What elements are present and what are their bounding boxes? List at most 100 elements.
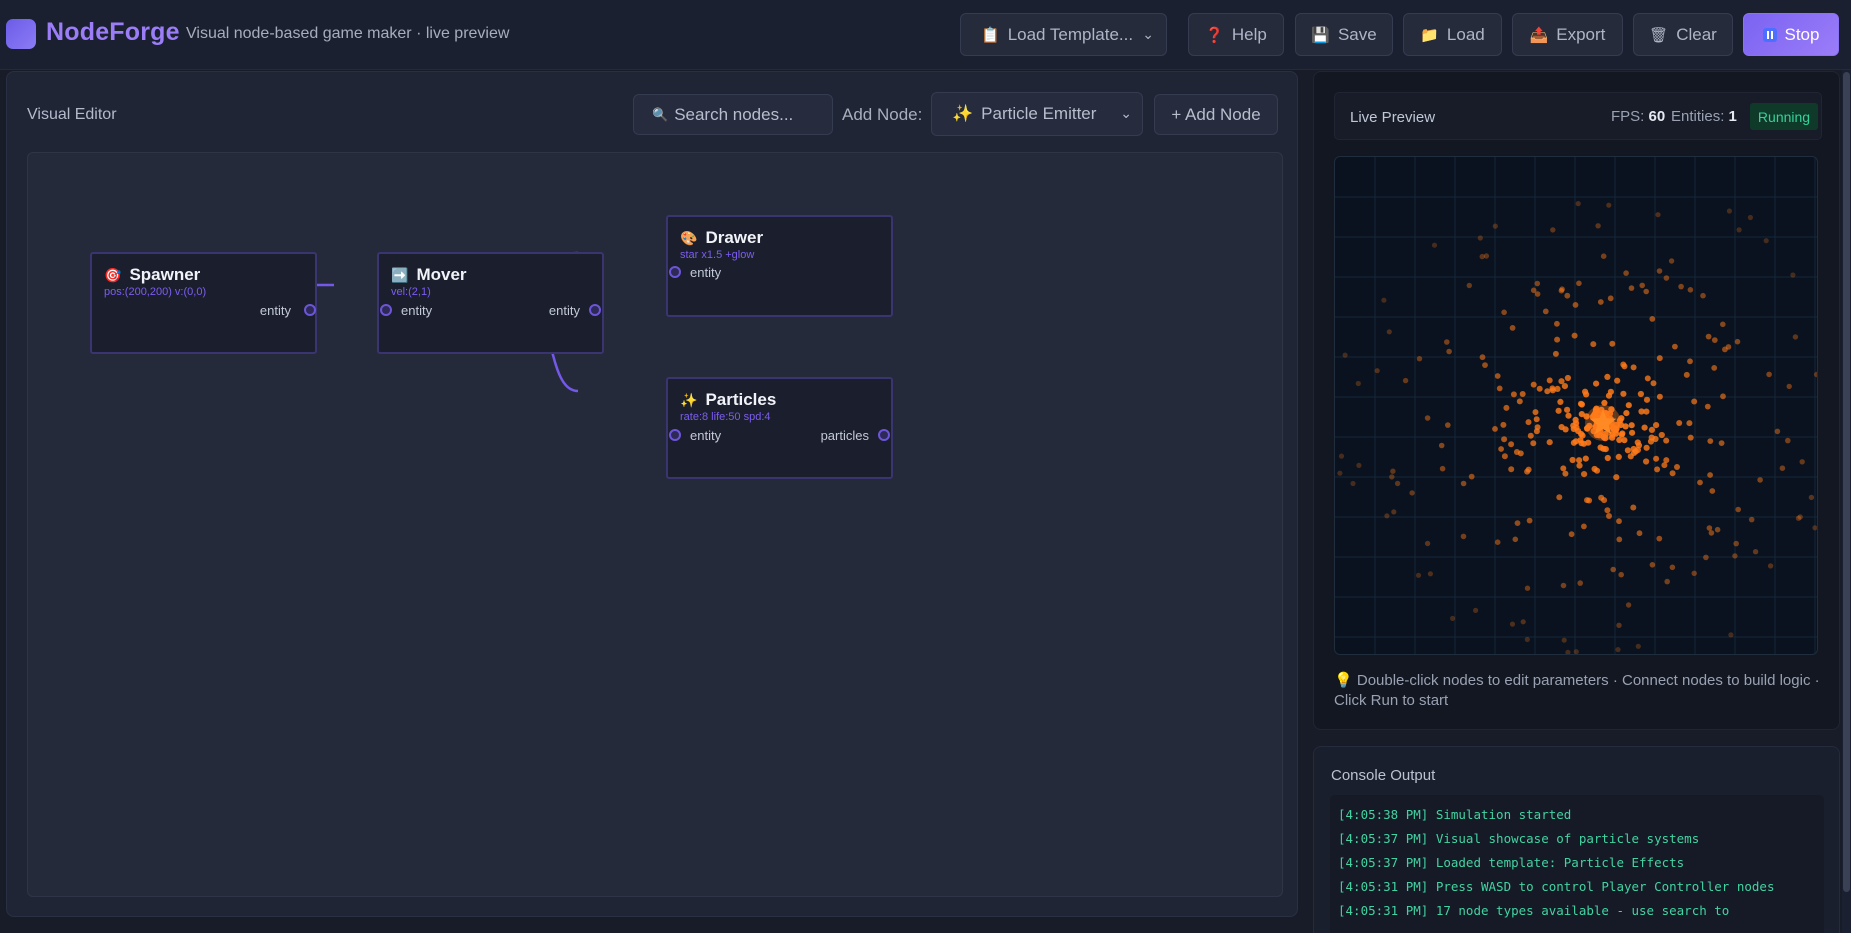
particle bbox=[1517, 450, 1524, 457]
particle bbox=[1668, 258, 1675, 264]
particle bbox=[1705, 333, 1712, 340]
node-canvas[interactable]: 🎯 Spawner pos:(200,200) v:(0,0) entity ➡… bbox=[27, 152, 1283, 897]
particle bbox=[1654, 466, 1661, 473]
add-node-button[interactable]: + Add Node bbox=[1154, 94, 1278, 135]
particle bbox=[1578, 440, 1585, 447]
game-preview-canvas[interactable] bbox=[1334, 156, 1818, 655]
particle bbox=[1656, 268, 1663, 274]
particle bbox=[1678, 283, 1684, 290]
particle bbox=[1620, 390, 1627, 397]
export-button[interactable]: 📤 Export bbox=[1512, 13, 1623, 56]
particle bbox=[1524, 585, 1531, 591]
particle bbox=[1468, 473, 1475, 480]
particle bbox=[1736, 227, 1742, 233]
particle bbox=[1519, 391, 1526, 397]
particle bbox=[1663, 457, 1670, 464]
particle bbox=[1669, 470, 1676, 477]
node-type-select[interactable]: ✨ Particle Emitter ⌄ bbox=[931, 92, 1143, 136]
particle bbox=[1508, 441, 1515, 448]
particle bbox=[1653, 455, 1660, 462]
page-scrollbar-thumb[interactable] bbox=[1843, 72, 1850, 892]
particle bbox=[1663, 437, 1670, 444]
particle bbox=[1691, 398, 1698, 405]
top-toolbar: NodeForge Visual node-based game maker ·… bbox=[0, 0, 1851, 70]
particle bbox=[1524, 636, 1530, 643]
help-button[interactable]: ❓ Help bbox=[1188, 13, 1284, 56]
particle bbox=[1577, 580, 1583, 586]
particle bbox=[1582, 455, 1589, 462]
particle bbox=[1763, 238, 1769, 244]
pause-icon bbox=[1762, 27, 1777, 42]
particle bbox=[1424, 415, 1431, 421]
particle bbox=[1615, 647, 1621, 653]
particle bbox=[1534, 280, 1541, 287]
particle bbox=[1635, 442, 1643, 449]
particle bbox=[1607, 388, 1614, 395]
particle bbox=[1560, 582, 1567, 589]
search-input[interactable] bbox=[674, 104, 825, 125]
node-mover[interactable]: ➡️ Mover vel:(2,1) entity entity bbox=[377, 252, 604, 354]
output-port[interactable] bbox=[304, 304, 316, 316]
particle bbox=[1544, 388, 1551, 395]
particle bbox=[1648, 434, 1655, 441]
particle bbox=[1767, 563, 1774, 569]
particle bbox=[1624, 447, 1631, 454]
input-port[interactable] bbox=[380, 304, 392, 316]
output-port[interactable] bbox=[878, 429, 890, 441]
particle bbox=[1496, 385, 1503, 392]
particle bbox=[1509, 325, 1516, 331]
particle bbox=[1530, 287, 1537, 294]
clipboard-icon: 📋 bbox=[981, 26, 1000, 44]
input-port[interactable] bbox=[669, 266, 681, 278]
question-icon: ❓ bbox=[1205, 26, 1224, 44]
node-particles[interactable]: ✨ Particles rate:8 life:50 spd:4 entity … bbox=[666, 377, 893, 479]
output-port-label: entity bbox=[548, 303, 580, 318]
node-title: ➡️ Mover bbox=[391, 265, 467, 285]
particle bbox=[1576, 457, 1583, 464]
particle bbox=[1653, 422, 1660, 429]
particle bbox=[1622, 423, 1629, 430]
particle bbox=[1550, 227, 1556, 233]
particle bbox=[1572, 302, 1579, 308]
fps-readout: FPS: 60 bbox=[1611, 108, 1665, 125]
particle bbox=[1656, 393, 1663, 400]
particle bbox=[1526, 517, 1533, 524]
particle bbox=[1501, 453, 1508, 460]
particle bbox=[1663, 275, 1670, 281]
fps-label: FPS: bbox=[1611, 108, 1645, 125]
particle bbox=[1389, 474, 1395, 480]
particle bbox=[1582, 388, 1589, 395]
particle bbox=[1656, 535, 1663, 542]
load-template-select[interactable]: 📋 Load Template... ⌄ bbox=[960, 13, 1167, 56]
particle bbox=[1604, 507, 1611, 514]
particle bbox=[1444, 339, 1450, 345]
particle bbox=[1735, 506, 1741, 513]
particle bbox=[1466, 282, 1472, 289]
particle bbox=[1416, 356, 1423, 362]
particle bbox=[1415, 572, 1422, 578]
node-drawer[interactable]: 🎨 Drawer star x1.5 +glow entity bbox=[666, 215, 893, 317]
load-button[interactable]: 📁 Load bbox=[1403, 13, 1502, 56]
particle bbox=[1672, 343, 1678, 350]
console-output[interactable]: [4:05:38 PM] Simulation started [4:05:37… bbox=[1330, 795, 1824, 933]
clear-button[interactable]: 🗑 Clear bbox=[1633, 13, 1733, 56]
particle bbox=[1706, 525, 1713, 531]
search-box[interactable]: 🔍 bbox=[633, 94, 833, 135]
particle bbox=[1697, 479, 1703, 486]
particle bbox=[1482, 362, 1488, 368]
particle bbox=[1711, 337, 1718, 343]
particle bbox=[1431, 242, 1438, 248]
input-port-label: entity bbox=[401, 303, 433, 318]
entities-label: Entities: bbox=[1671, 108, 1725, 125]
output-port[interactable] bbox=[589, 304, 601, 316]
particle bbox=[1676, 420, 1683, 426]
target-icon: 🎯 bbox=[104, 266, 122, 283]
particle bbox=[1591, 465, 1598, 473]
stop-button[interactable]: Stop bbox=[1743, 13, 1839, 56]
save-button[interactable]: 💾 Save bbox=[1295, 13, 1393, 56]
input-port[interactable] bbox=[669, 429, 681, 441]
node-spawner[interactable]: 🎯 Spawner pos:(200,200) v:(0,0) entity bbox=[90, 252, 317, 354]
particle bbox=[1669, 564, 1676, 571]
particle bbox=[1552, 350, 1559, 357]
particle bbox=[1427, 571, 1433, 577]
